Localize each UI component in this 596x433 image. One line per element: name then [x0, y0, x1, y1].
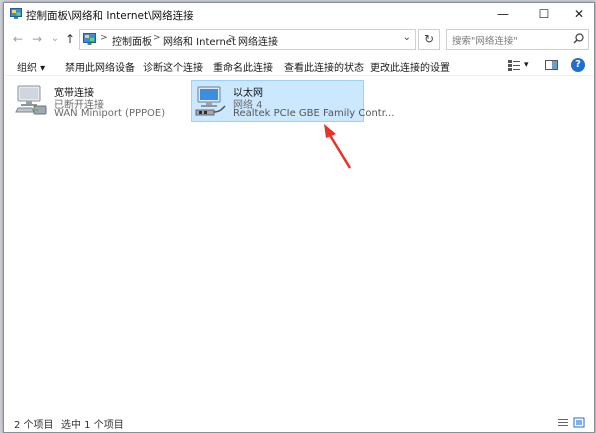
connection-item-broadband[interactable]: 宽带连接 已断开连接 WAN Miniport (PPPOE)	[14, 80, 174, 122]
selected-count: 选中 1 个项目	[61, 420, 124, 431]
annotation-arrow-icon	[324, 124, 352, 169]
breadcrumb-separator: >	[228, 33, 236, 43]
address-dropdown-icon[interactable]: ⌄	[403, 32, 411, 43]
minimize-button[interactable]: —	[488, 3, 518, 25]
connections-list[interactable]: 宽带连接 已断开连接 WAN Miniport (PPPOE) 以太网 网络 4…	[4, 76, 594, 412]
breadcrumb-separator: >	[100, 33, 108, 43]
view-options-icon[interactable]	[508, 57, 520, 73]
connection-device: WAN Miniport (PPPOE)	[54, 108, 166, 119]
control-panel-icon	[83, 33, 96, 45]
disable-device-button[interactable]: 禁用此网络设备	[65, 59, 135, 74]
close-button[interactable]: ✕	[564, 3, 594, 25]
breadcrumb-control-panel[interactable]: 控制面板	[112, 33, 152, 48]
address-bar[interactable]: > 控制面板 > 网络和 Internet > 网络连接 ⌄	[79, 29, 416, 50]
status-bar: 2 个项目 选中 1 个项目	[4, 413, 594, 432]
connection-device: Realtek PCIe GBE Family Contr...	[233, 108, 395, 119]
navigation-bar: ← → ⌄ ↑ > 控制面板 > 网络和 Internet > 网络连接 ⌄ ↻…	[4, 27, 594, 51]
preview-pane-icon[interactable]	[545, 57, 558, 73]
search-icon[interactable]	[573, 33, 584, 44]
network-connections-window: 控制面板\网络和 Internet\网络连接 — ☐ ✕ ← → ⌄ ↑ > 控…	[3, 2, 595, 433]
help-icon[interactable]: ?	[571, 58, 585, 72]
layout-toggle-icon[interactable]	[556, 417, 588, 429]
recent-locations-icon[interactable]: ⌄	[47, 29, 63, 49]
window-title: 控制面板\网络和 Internet\网络连接	[26, 10, 194, 22]
connection-item-ethernet[interactable]: 以太网 网络 4 Realtek PCIe GBE Family Contr..…	[191, 80, 394, 122]
forward-arrow-icon[interactable]: →	[29, 29, 45, 49]
control-panel-icon	[10, 8, 22, 19]
breadcrumb-separator: >	[153, 33, 161, 43]
search-input[interactable]: 搜索"网络连接"	[452, 33, 518, 47]
organize-menu[interactable]: 组织 ▾	[17, 59, 45, 74]
up-arrow-icon[interactable]: ↑	[62, 29, 78, 49]
dialup-connection-icon	[15, 85, 47, 115]
command-bar: 组织 ▾ 禁用此网络设备 诊断这个连接 重命名此连接 查看此连接的状态 更改此连…	[4, 55, 594, 76]
maximize-button[interactable]: ☐	[529, 3, 559, 25]
ethernet-connection-icon	[195, 86, 226, 116]
refresh-button[interactable]: ↻	[418, 29, 440, 50]
item-count: 2 个项目	[14, 420, 54, 431]
view-status-button[interactable]: 查看此连接的状态	[284, 59, 364, 74]
title-bar[interactable]: 控制面板\网络和 Internet\网络连接 — ☐ ✕	[4, 3, 594, 25]
view-dropdown-icon[interactable]: ▾	[524, 60, 529, 70]
breadcrumb-network-internet[interactable]: 网络和 Internet	[163, 33, 236, 48]
change-settings-button[interactable]: 更改此连接的设置	[370, 59, 450, 74]
rename-button[interactable]: 重命名此连接	[213, 59, 273, 74]
breadcrumb-network-connections[interactable]: 网络连接	[238, 33, 278, 48]
back-arrow-icon[interactable]: ←	[10, 29, 26, 49]
diagnose-button[interactable]: 诊断这个连接	[143, 59, 203, 74]
search-box[interactable]: 搜索"网络连接"	[446, 29, 589, 50]
